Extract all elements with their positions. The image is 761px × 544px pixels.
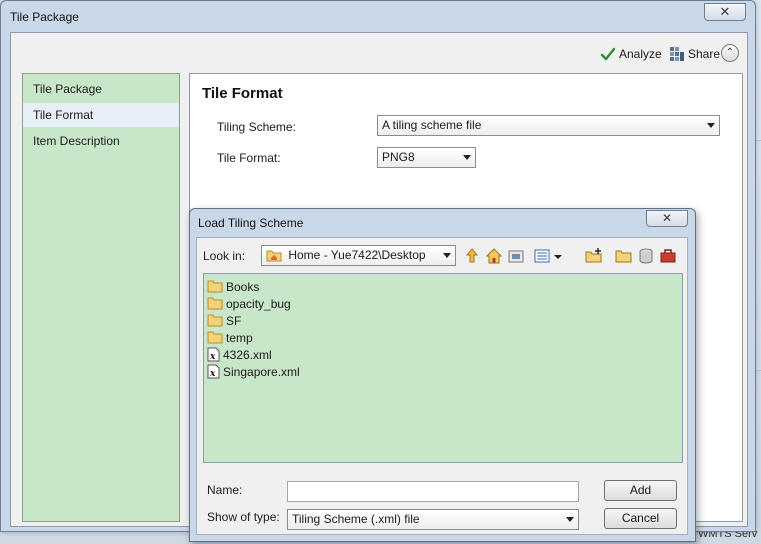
- show-of-type-select[interactable]: Tiling Scheme (.xml) file: [287, 509, 579, 530]
- sidebar-item-label: Tile Package: [33, 82, 102, 96]
- xml-file-icon: x: [207, 347, 220, 362]
- list-item[interactable]: x Singapore.xml: [207, 363, 300, 380]
- folder-icon: [207, 314, 223, 327]
- tile-format-select[interactable]: PNG8: [377, 147, 476, 168]
- sidebar: Tile Package Tile Format Item Descriptio…: [22, 73, 180, 522]
- share-button[interactable]: Share: [669, 45, 720, 63]
- window-title: Tile Package: [10, 10, 79, 24]
- show-of-type-value: Tiling Scheme (.xml) file: [292, 512, 420, 526]
- file-name: SF: [226, 313, 242, 328]
- toolbar: Analyze Share ⌃: [11, 33, 747, 73]
- sidebar-item-tile-package[interactable]: Tile Package: [23, 77, 179, 101]
- home-folder-icon: [266, 250, 282, 262]
- svg-text:x: x: [209, 352, 216, 362]
- dropdown-arrow-icon: [566, 517, 574, 522]
- new-folder-icon[interactable]: [585, 247, 603, 265]
- list-item[interactable]: opacity_bug: [207, 295, 291, 312]
- file-name: 4326.xml: [223, 347, 272, 362]
- list-item[interactable]: Books: [207, 278, 259, 295]
- sidebar-item-tile-format[interactable]: Tile Format: [23, 103, 179, 127]
- dialog-title: Load Tiling Scheme: [198, 216, 304, 230]
- close-icon: ✕: [719, 4, 731, 19]
- title-bar: Tile Package ✕: [1, 1, 755, 31]
- analyze-label: Analyze: [619, 47, 662, 61]
- analyze-button[interactable]: Analyze: [600, 45, 662, 63]
- chevron-up-icon: ⌃: [725, 47, 735, 58]
- connect-folder-icon[interactable]: [507, 247, 525, 265]
- load-tiling-scheme-dialog: Load Tiling Scheme ✕ Look in: Home - Yue…: [189, 208, 696, 542]
- list-item[interactable]: temp: [207, 329, 253, 346]
- sidebar-item-item-description[interactable]: Item Description: [23, 129, 179, 153]
- dropdown-arrow-icon: [707, 123, 715, 128]
- tile-format-label: Tile Format:: [217, 151, 281, 165]
- add-button[interactable]: Add: [604, 480, 677, 501]
- svg-text:x: x: [209, 369, 216, 379]
- tiling-scheme-value: A tiling scheme file: [382, 118, 482, 132]
- show-of-type-label: Show of type:: [207, 510, 280, 524]
- look-in-select[interactable]: Home - Yue7422\Desktop: [261, 245, 456, 266]
- tiling-scheme-label: Tiling Scheme:: [217, 120, 296, 134]
- look-in-value: Home - Yue7422\Desktop: [288, 248, 426, 262]
- file-name: Singapore.xml: [223, 364, 300, 379]
- sidebar-item-label: Item Description: [33, 134, 120, 148]
- xml-file-icon: x: [207, 364, 220, 379]
- page-title: Tile Format: [202, 85, 283, 102]
- view-options-arrow-icon[interactable]: [553, 247, 563, 265]
- folder-icon: [207, 280, 223, 293]
- home-icon[interactable]: [485, 247, 503, 265]
- dropdown-arrow-icon: [463, 155, 471, 160]
- dialog-close-button[interactable]: ✕: [646, 210, 688, 227]
- folder-icon[interactable]: [615, 247, 633, 265]
- file-list: Books opacity_bug SF temp x 4326.xml x S…: [203, 273, 683, 463]
- list-item[interactable]: SF: [207, 312, 241, 329]
- file-name: Books: [226, 279, 260, 294]
- name-field[interactable]: [287, 481, 579, 502]
- view-list-icon[interactable]: [533, 247, 551, 265]
- collapse-button[interactable]: ⌃: [721, 44, 739, 62]
- file-name: opacity_bug: [226, 296, 291, 311]
- dropdown-arrow-icon: [443, 253, 451, 258]
- name-label: Name:: [207, 483, 243, 497]
- database-icon[interactable]: [637, 247, 655, 265]
- check-icon: [600, 47, 616, 61]
- up-folder-icon[interactable]: [463, 247, 481, 265]
- look-in-label: Look in:: [203, 249, 246, 263]
- sidebar-item-label: Tile Format: [33, 108, 94, 122]
- close-button[interactable]: ✕: [704, 3, 746, 21]
- share-label: Share: [688, 47, 721, 61]
- close-icon: ✕: [661, 211, 673, 225]
- share-icon: [670, 47, 684, 61]
- tile-format-value: PNG8: [382, 150, 415, 164]
- dialog-client: Look in: Home - Yue7422\Desktop Books op…: [196, 237, 688, 535]
- folder-icon: [207, 331, 223, 344]
- cancel-button[interactable]: Cancel: [604, 508, 677, 529]
- file-name: temp: [226, 330, 253, 345]
- toolbox-icon[interactable]: [659, 247, 677, 265]
- list-item[interactable]: x 4326.xml: [207, 346, 272, 363]
- tiling-scheme-select[interactable]: A tiling scheme file: [377, 115, 720, 136]
- folder-icon: [207, 297, 223, 310]
